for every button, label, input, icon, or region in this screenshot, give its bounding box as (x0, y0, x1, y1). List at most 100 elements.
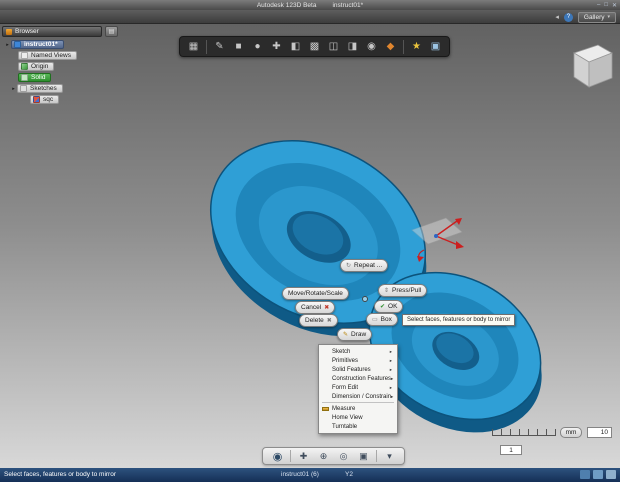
status-tray-icon[interactable] (593, 470, 603, 479)
toolbar-separator (290, 450, 291, 462)
part-cube-icon (14, 41, 21, 48)
help-icon[interactable]: ? (563, 12, 573, 22)
repeat-button[interactable]: ↻ Repeat ... (340, 259, 389, 272)
app-window: Autodesk 123D Beta instruct01* – □ ✕ ◂ ?… (0, 0, 620, 482)
submenu-item-label: Home View (332, 414, 363, 421)
material-icon[interactable]: ◉ (363, 38, 380, 55)
move-rotate-scale-button[interactable]: Move/Rotate/Scale (282, 287, 349, 300)
submenu-item-measure[interactable]: Measure (319, 404, 397, 413)
view-cube[interactable] (560, 40, 618, 94)
submenu-item-turntable[interactable]: Turntable (319, 422, 397, 431)
submenu-arrow-icon: ▸ (389, 348, 392, 354)
submenu-item-primitives[interactable]: Primitives ▸ (319, 356, 397, 365)
navigation-wheel-icon[interactable]: ◉ (270, 449, 285, 463)
units-button[interactable]: mm (560, 427, 582, 438)
document-title: instruct01* (332, 1, 364, 9)
tree-row: ▸ instruct01* (4, 39, 142, 50)
effects-icon[interactable]: ★ (408, 38, 425, 55)
minimize-button[interactable]: – (597, 2, 600, 8)
box-button[interactable]: ▭ Box (366, 313, 398, 326)
sketches-icon (20, 85, 27, 92)
delete-icon: ✖ (326, 318, 332, 324)
box-label: Box (380, 316, 392, 323)
tree-item-origin[interactable]: Origin (18, 62, 55, 71)
pan-icon[interactable]: ✚ (296, 449, 311, 463)
status-tray-icon[interactable] (580, 470, 590, 479)
draw-button[interactable]: ✎ Draw (337, 328, 373, 341)
orbit-icon[interactable]: ◎ (336, 449, 351, 463)
tree-item-label: Named Views (31, 52, 71, 59)
delete-label: Delete (305, 317, 324, 324)
split-icon[interactable]: ◨ (344, 38, 361, 55)
status-tray (580, 470, 616, 479)
gallery-label: Gallery (583, 13, 605, 21)
close-button[interactable]: ✕ (612, 2, 617, 9)
submenu-item-sketch[interactable]: Sketch ▸ (319, 347, 397, 356)
sketch-item-icon (33, 96, 40, 103)
toolbar-separator (403, 39, 404, 54)
navigation-toolbar: ◉ ✚ ⊕ ◎ ▣ ▾ (262, 447, 405, 465)
submenu-item-label: Construction Features (332, 375, 392, 382)
display-settings-icon[interactable]: ▾ (382, 449, 397, 463)
move-rotate-scale-label: Move/Rotate/Scale (288, 290, 343, 297)
submenu-item-construction-features[interactable]: Construction Features ▸ (319, 374, 397, 383)
sketch-icon[interactable]: ✎ (211, 38, 228, 55)
maximize-button[interactable]: □ (604, 2, 608, 8)
window-controls: – □ ✕ (597, 0, 617, 10)
expand-arrow-icon[interactable]: ▸ (10, 86, 17, 92)
back-icon[interactable]: ◂ (555, 13, 559, 21)
snapshot-icon[interactable]: ▣ (427, 38, 444, 55)
cancel-x-icon: ✖ (324, 305, 330, 311)
tree-item-label: sqc (43, 96, 54, 103)
submenu-item-home-view[interactable]: Home View (319, 413, 397, 422)
submenu-item-form-edit[interactable]: Form Edit ▸ (319, 383, 397, 392)
draw-pencil-icon: ✎ (343, 332, 349, 338)
status-tray-icon[interactable] (606, 470, 616, 479)
submenu-item-dimension-constrain[interactable]: Dimension / Constrain ▸ (319, 392, 397, 401)
submenu-separator (322, 402, 394, 403)
main-menu-icon[interactable]: ▦ (185, 38, 202, 55)
tree-row: Solid (18, 72, 142, 83)
create-icon[interactable]: ● (249, 38, 266, 55)
submenu-item-label: Sketch (332, 348, 351, 355)
mirror-icon[interactable]: ◧ (287, 38, 304, 55)
tree-item-label: Sketches (30, 85, 57, 92)
combine-icon[interactable]: ◫ (325, 38, 342, 55)
submenu-item-label: Measure (332, 405, 356, 412)
browser-options-button[interactable]: ▤ (105, 26, 118, 37)
ok-button[interactable]: ✔ OK (374, 300, 404, 313)
delete-button[interactable]: Delete ✖ (299, 314, 338, 327)
paint-icon[interactable]: ◆ (382, 38, 399, 55)
ok-check-icon: ✔ (380, 304, 386, 310)
menu-origin-marker (362, 296, 368, 302)
ok-label: OK (388, 303, 398, 310)
submenu-item-label: Solid Features (332, 366, 371, 373)
cancel-button[interactable]: Cancel ✖ (295, 301, 336, 314)
main-toolbar: ▦ ✎ ■ ● ✚ ◧ ▩ ◫ ◨ ◉ ◆ ★ ▣ (179, 36, 450, 57)
tree-item-label: instruct01* (24, 41, 58, 48)
toolbar-separator (376, 450, 377, 462)
gallery-button[interactable]: Gallery ▾ (577, 11, 616, 23)
grid-scale-field[interactable]: 10 (587, 427, 612, 438)
look-at-icon[interactable]: ▣ (356, 449, 371, 463)
pattern-icon[interactable]: ▩ (306, 38, 323, 55)
measure-icon (322, 406, 329, 411)
submenu-item-label: Form Edit (332, 384, 359, 391)
press-pull-button[interactable]: ⇕ Press/Pull (378, 284, 428, 297)
tree-item-sqc[interactable]: sqc (30, 95, 60, 104)
origin-icon (21, 63, 28, 70)
primitives-icon[interactable]: ■ (230, 38, 247, 55)
press-pull-icon: ⇕ (384, 288, 390, 294)
submenu-arrow-icon: ▸ (389, 366, 392, 372)
tree-item-named-views[interactable]: Named Views (18, 51, 77, 60)
submenu-item-solid-features[interactable]: Solid Features ▸ (319, 365, 397, 374)
minor-scale-field[interactable]: 1 (500, 445, 522, 455)
modify-icon[interactable]: ✚ (268, 38, 285, 55)
tree-item-sketches[interactable]: Sketches (17, 84, 63, 93)
tree-item-root[interactable]: instruct01* (11, 40, 64, 49)
viewport-3d[interactable]: Browser ▤ ▸ instruct01* Named Views Orig… (0, 24, 620, 468)
zoom-icon[interactable]: ⊕ (316, 449, 331, 463)
expand-arrow-icon[interactable]: ▸ (4, 42, 11, 48)
solid-icon (21, 74, 28, 81)
tree-item-solid[interactable]: Solid (18, 73, 52, 82)
